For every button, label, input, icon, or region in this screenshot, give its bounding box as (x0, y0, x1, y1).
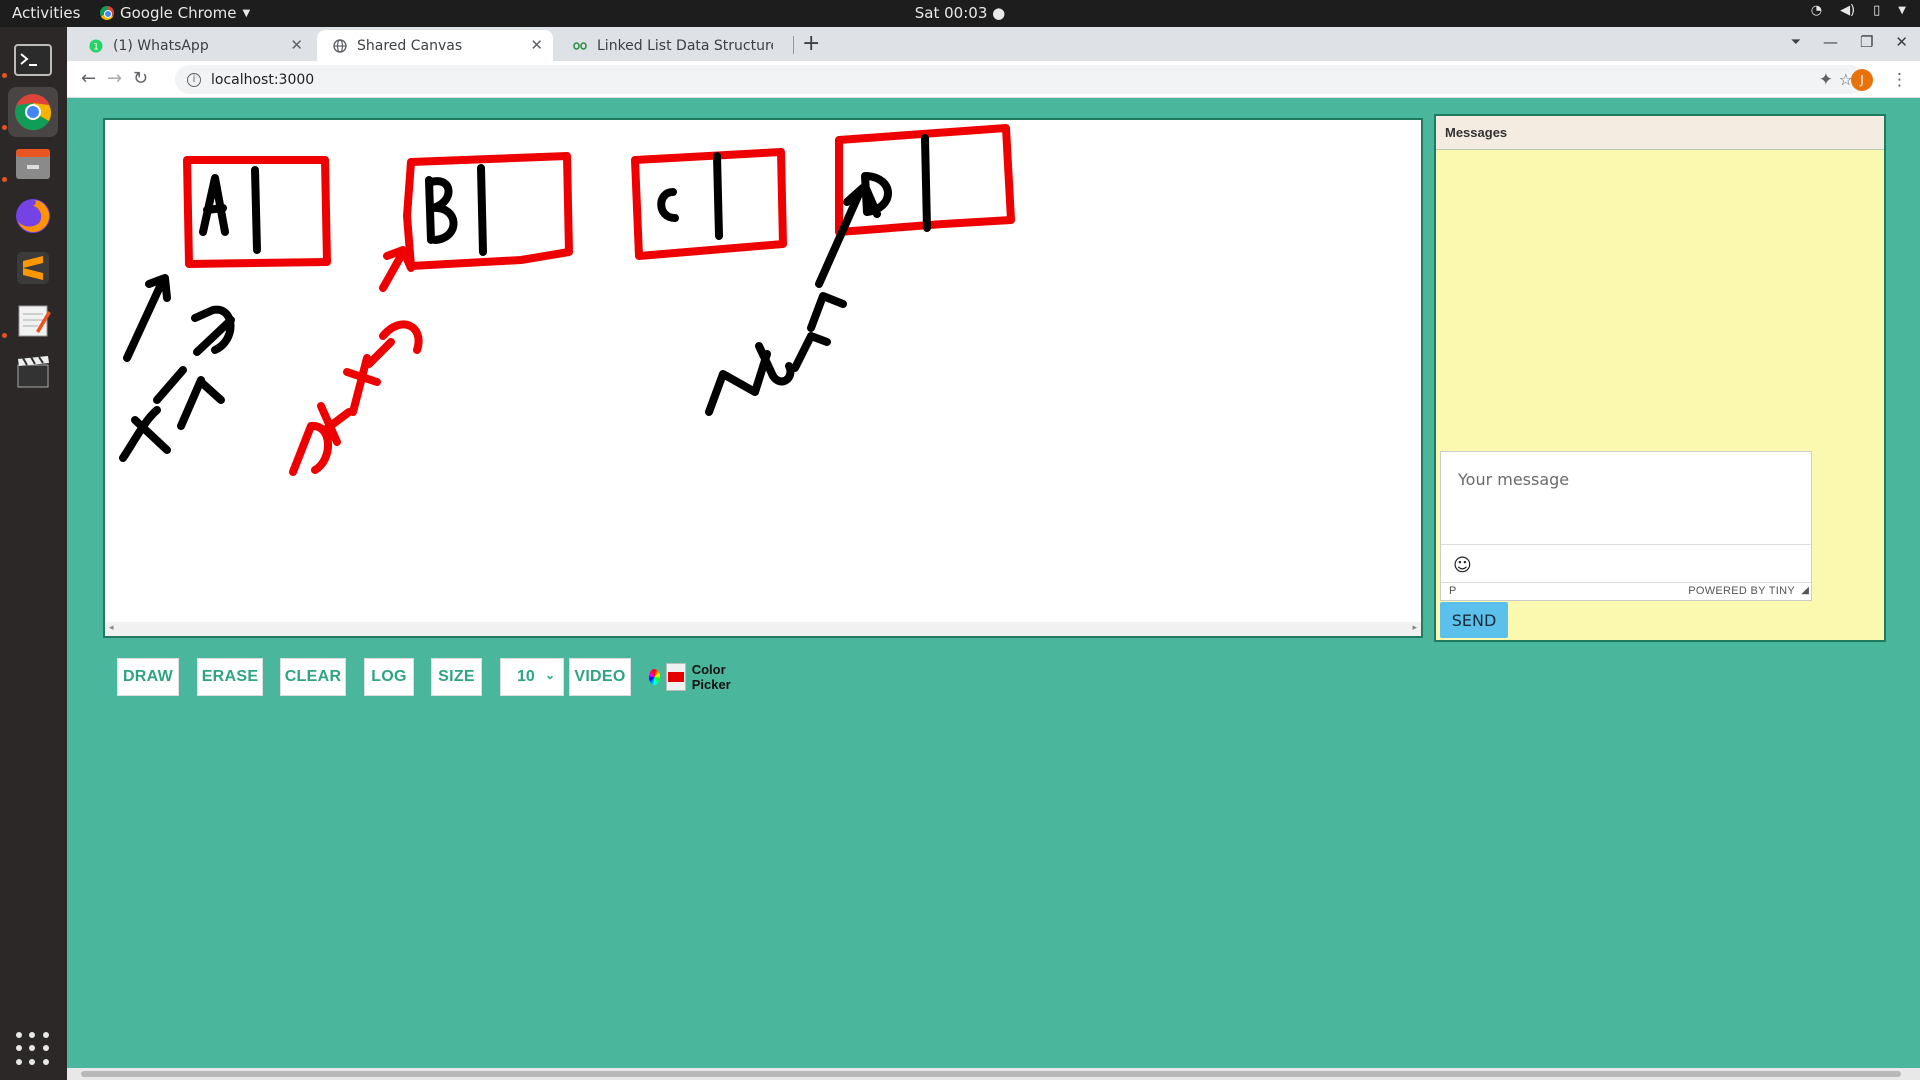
canvas-horizontal-scrollbar[interactable]: ◂ ▸ (105, 622, 1421, 636)
size-button[interactable]: SIZE (431, 658, 482, 696)
node-box-c (631, 148, 787, 260)
chrome-dock-icon[interactable] (8, 87, 58, 137)
emoji-icon[interactable]: ☺ (1453, 555, 1472, 576)
color-picker[interactable]: Color Picker (649, 662, 744, 692)
activities-button[interactable]: Activities (12, 4, 80, 22)
close-icon[interactable]: ✕ (530, 36, 543, 54)
send-button[interactable]: SEND (1440, 602, 1508, 638)
chevron-down-icon: ⌄ (544, 668, 555, 682)
resize-handle-icon[interactable]: ◢ (1801, 585, 1809, 596)
running-indicator (2, 125, 7, 130)
video-editor-icon[interactable] (8, 347, 58, 397)
page-horizontal-scrollbar[interactable] (67, 1068, 1920, 1080)
svg-text:1: 1 (93, 42, 99, 52)
video-button[interactable]: VIDEO (569, 658, 631, 696)
scroll-left-icon[interactable]: ◂ (109, 623, 114, 633)
messages-header: Messages (1436, 116, 1884, 150)
message-placeholder: Your message (1458, 470, 1570, 489)
sublime-text-icon[interactable] (8, 243, 58, 293)
globe-icon (333, 38, 347, 53)
close-icon[interactable]: ✕ (290, 36, 303, 54)
url-text: localhost:3000 (211, 71, 315, 88)
wifi-icon: ◔ (1810, 3, 1823, 18)
app-menu-label: Google Chrome (120, 4, 237, 22)
message-editor[interactable]: Your message ☺ P POWERED BY TINY ◢ (1440, 451, 1812, 601)
scroll-right-icon[interactable]: ▸ (1412, 623, 1417, 633)
tab-search-icon[interactable]: ⏷ (1791, 35, 1801, 50)
tab-title: Linked List Data Structure (597, 37, 773, 54)
show-applications-icon[interactable] (16, 1032, 50, 1066)
clear-button[interactable]: CLEAR (280, 658, 346, 696)
letter-b (425, 164, 487, 256)
color-swatch[interactable] (665, 663, 686, 691)
volume-icon: ◀) (1840, 3, 1856, 18)
power-menu-icon: ▼ (1898, 5, 1906, 16)
null-label (705, 292, 847, 416)
clock[interactable]: Sat 00:03 ● (915, 4, 1005, 22)
system-top-bar: Activities Google Chrome ▼ Sat 00:03 ● ◔… (0, 0, 1920, 27)
profile-avatar[interactable]: J (1851, 69, 1873, 91)
gfg-icon (573, 41, 587, 50)
chrome-icon (100, 6, 114, 20)
minimize-icon[interactable]: — (1823, 33, 1838, 51)
new-tab-button[interactable]: + (802, 31, 820, 56)
system-tray[interactable]: ◔ ◀) ▯ ▼ (1811, 3, 1906, 18)
text-editor-icon[interactable] (8, 295, 58, 345)
browser-toolbar: ← → ↻ i localhost:3000 ☆ ✦ J ⋮ (67, 61, 1920, 98)
window-controls: ⏷ — ❐ ✕ (1791, 33, 1908, 51)
powered-by-tiny[interactable]: POWERED BY TINY (1688, 585, 1795, 597)
whatsapp-icon: 1 (89, 39, 103, 52)
editor-statusbar: P POWERED BY TINY ◢ (1441, 582, 1811, 600)
element-path[interactable]: P (1449, 585, 1456, 597)
letter-c (657, 152, 723, 240)
log-button[interactable]: LOG (364, 658, 414, 696)
selected-color (667, 672, 684, 682)
drawing-canvas[interactable]: ◂ ▸ (103, 118, 1423, 638)
size-value: 10 (517, 668, 535, 685)
tab-whatsapp[interactable]: 1 (1) WhatsApp ✕ (73, 30, 313, 61)
toolbar-right: ✦ J ⋮ (1819, 69, 1908, 91)
head-arrow (123, 274, 171, 362)
forward-icon[interactable]: → (107, 68, 122, 89)
scrollbar-thumb[interactable] (81, 1071, 1901, 1077)
tab-divider (793, 36, 794, 54)
tab-title: (1) WhatsApp (113, 37, 209, 54)
battery-icon: ▯ (1873, 3, 1881, 18)
site-info-icon[interactable]: i (187, 72, 201, 87)
reload-icon[interactable]: ↻ (133, 68, 148, 89)
draw-button[interactable]: DRAW (117, 658, 179, 696)
extensions-icon[interactable]: ✦ (1819, 70, 1833, 90)
firefox-icon[interactable] (8, 191, 58, 241)
running-indicator (2, 333, 7, 338)
tab-title: Shared Canvas (357, 37, 463, 54)
close-window-icon[interactable]: ✕ (1895, 33, 1908, 51)
running-indicator (2, 73, 7, 78)
caret-down-icon: ▼ (242, 7, 251, 19)
terminal-icon[interactable] (8, 35, 58, 85)
dock (0, 27, 67, 1080)
running-indicator (2, 177, 7, 182)
tab-strip: 1 (1) WhatsApp ✕ Shared Canvas ✕ Linked … (67, 27, 1920, 61)
data-label (289, 320, 423, 476)
page-content: ◂ ▸ DRAW ERASE CLEAR LOG SIZE 10 ⌄ VIDEO… (67, 98, 1920, 1068)
editor-toolbar: ☺ (1441, 544, 1811, 584)
color-picker-label: Color Picker (691, 662, 731, 692)
tab-shared-canvas[interactable]: Shared Canvas ✕ (317, 30, 553, 61)
size-select[interactable]: 10 ⌄ (500, 658, 564, 696)
data-arrow (379, 246, 415, 292)
color-wheel-icon (649, 669, 660, 685)
erase-button[interactable]: ERASE (197, 658, 263, 696)
menu-icon[interactable]: ⋮ (1891, 70, 1908, 90)
tab-linked-list[interactable]: Linked List Data Structure (557, 30, 789, 61)
files-icon[interactable] (8, 139, 58, 189)
app-menu[interactable]: Google Chrome ▼ (100, 4, 250, 22)
canvas-drawing (119, 124, 1015, 476)
back-icon[interactable]: ← (81, 68, 96, 89)
letter-a (199, 166, 261, 254)
messages-panel: Messages Your message ☺ P POWERED BY TIN… (1434, 114, 1886, 642)
restore-icon[interactable]: ❐ (1860, 33, 1873, 51)
address-bar[interactable]: i localhost:3000 ☆ (175, 65, 1865, 94)
